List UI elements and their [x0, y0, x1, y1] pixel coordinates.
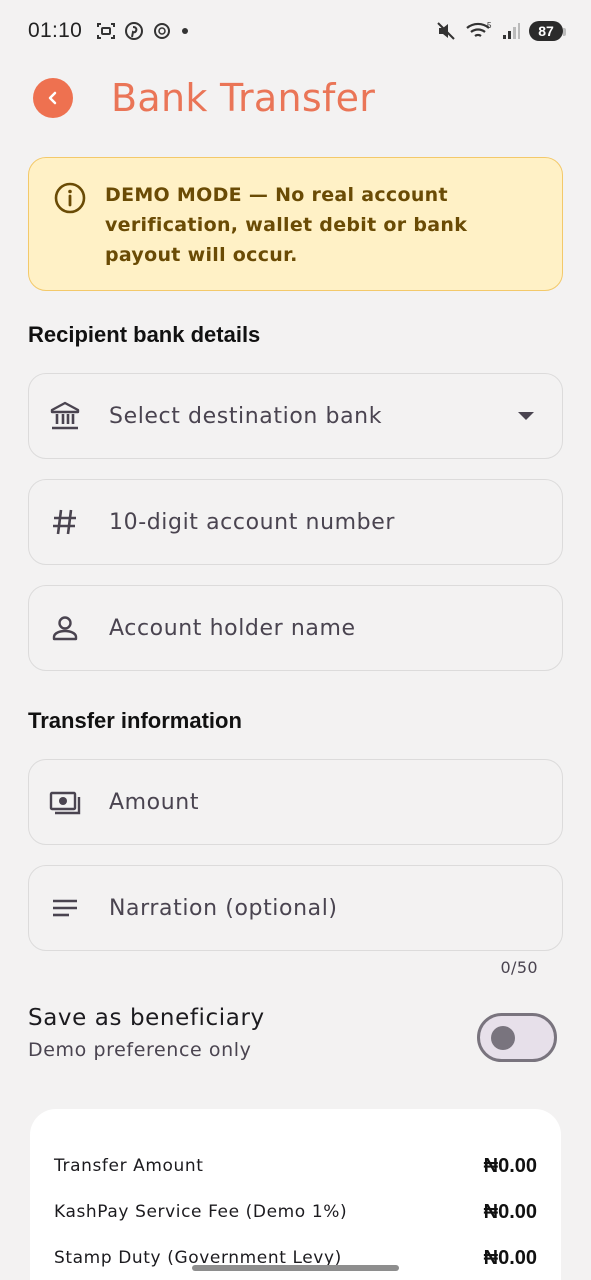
bank-select-input[interactable] — [109, 396, 518, 436]
wifi-badge: 5 — [487, 21, 492, 30]
transfer-summary-card: Transfer Amount ₦0.00 KashPay Service Fe… — [30, 1109, 561, 1280]
account-number-input[interactable] — [109, 502, 562, 542]
save-beneficiary-row: Save as beneficiary Demo preference only — [28, 1005, 563, 1075]
toggle-knob — [491, 1026, 515, 1050]
bank-icon — [49, 400, 81, 432]
demo-mode-banner: DEMO MODE — No real account verification… — [28, 157, 563, 291]
signal-icon — [503, 23, 520, 39]
summary-value: ₦0.00 — [483, 1246, 537, 1269]
dropdown-arrow-icon — [518, 412, 534, 420]
narration-counter: 0/50 — [500, 958, 538, 977]
summary-label: KashPay Service Fee (Demo 1%) — [54, 1202, 348, 1222]
battery-indicator: 87 — [529, 21, 566, 41]
hash-icon — [49, 506, 81, 538]
openai-icon — [154, 23, 171, 39]
status-bar: 01:10 5 87 — [0, 0, 591, 62]
wifi-icon: 5 — [466, 21, 492, 37]
pinterest-icon — [125, 22, 144, 40]
summary-row: KashPay Service Fee (Demo 1%) ₦0.00 — [54, 1189, 537, 1235]
back-button[interactable] — [33, 78, 73, 118]
status-time: 01:10 — [28, 19, 83, 42]
account-number-field[interactable] — [28, 479, 563, 565]
bank-select[interactable] — [28, 373, 563, 459]
amount-field[interactable] — [28, 759, 563, 845]
summary-row: Stamp Duty (Government Levy) ₦0.00 — [54, 1235, 537, 1280]
demo-mode-text: DEMO MODE — No real account verification… — [105, 184, 468, 266]
summary-row: Transfer Amount ₦0.00 — [54, 1143, 537, 1189]
account-holder-input[interactable] — [109, 608, 562, 648]
notes-icon — [49, 892, 81, 924]
summary-label: Transfer Amount — [54, 1156, 204, 1176]
summary-value: ₦0.00 — [483, 1154, 537, 1177]
person-icon — [49, 612, 81, 644]
transfer-section-heading: Transfer information — [28, 708, 242, 733]
account-holder-field[interactable] — [28, 585, 563, 671]
money-icon — [49, 786, 81, 818]
narration-input[interactable] — [109, 888, 562, 928]
page-title: Bank Transfer — [111, 76, 376, 120]
chevron-left-icon — [48, 91, 57, 105]
screenshot-icon — [97, 23, 116, 39]
save-beneficiary-toggle[interactable] — [477, 1013, 557, 1062]
mute-icon — [437, 22, 455, 40]
narration-field[interactable] — [28, 865, 563, 951]
home-indicator[interactable] — [192, 1265, 399, 1271]
dot-icon — [182, 28, 189, 34]
amount-input[interactable] — [109, 782, 562, 822]
info-icon — [54, 182, 86, 214]
summary-value: ₦0.00 — [483, 1200, 537, 1223]
notification-icons — [96, 21, 190, 41]
app-header: Bank Transfer — [33, 76, 563, 120]
system-icons: 5 87 — [435, 20, 566, 42]
recipient-section-heading: Recipient bank details — [28, 322, 261, 347]
